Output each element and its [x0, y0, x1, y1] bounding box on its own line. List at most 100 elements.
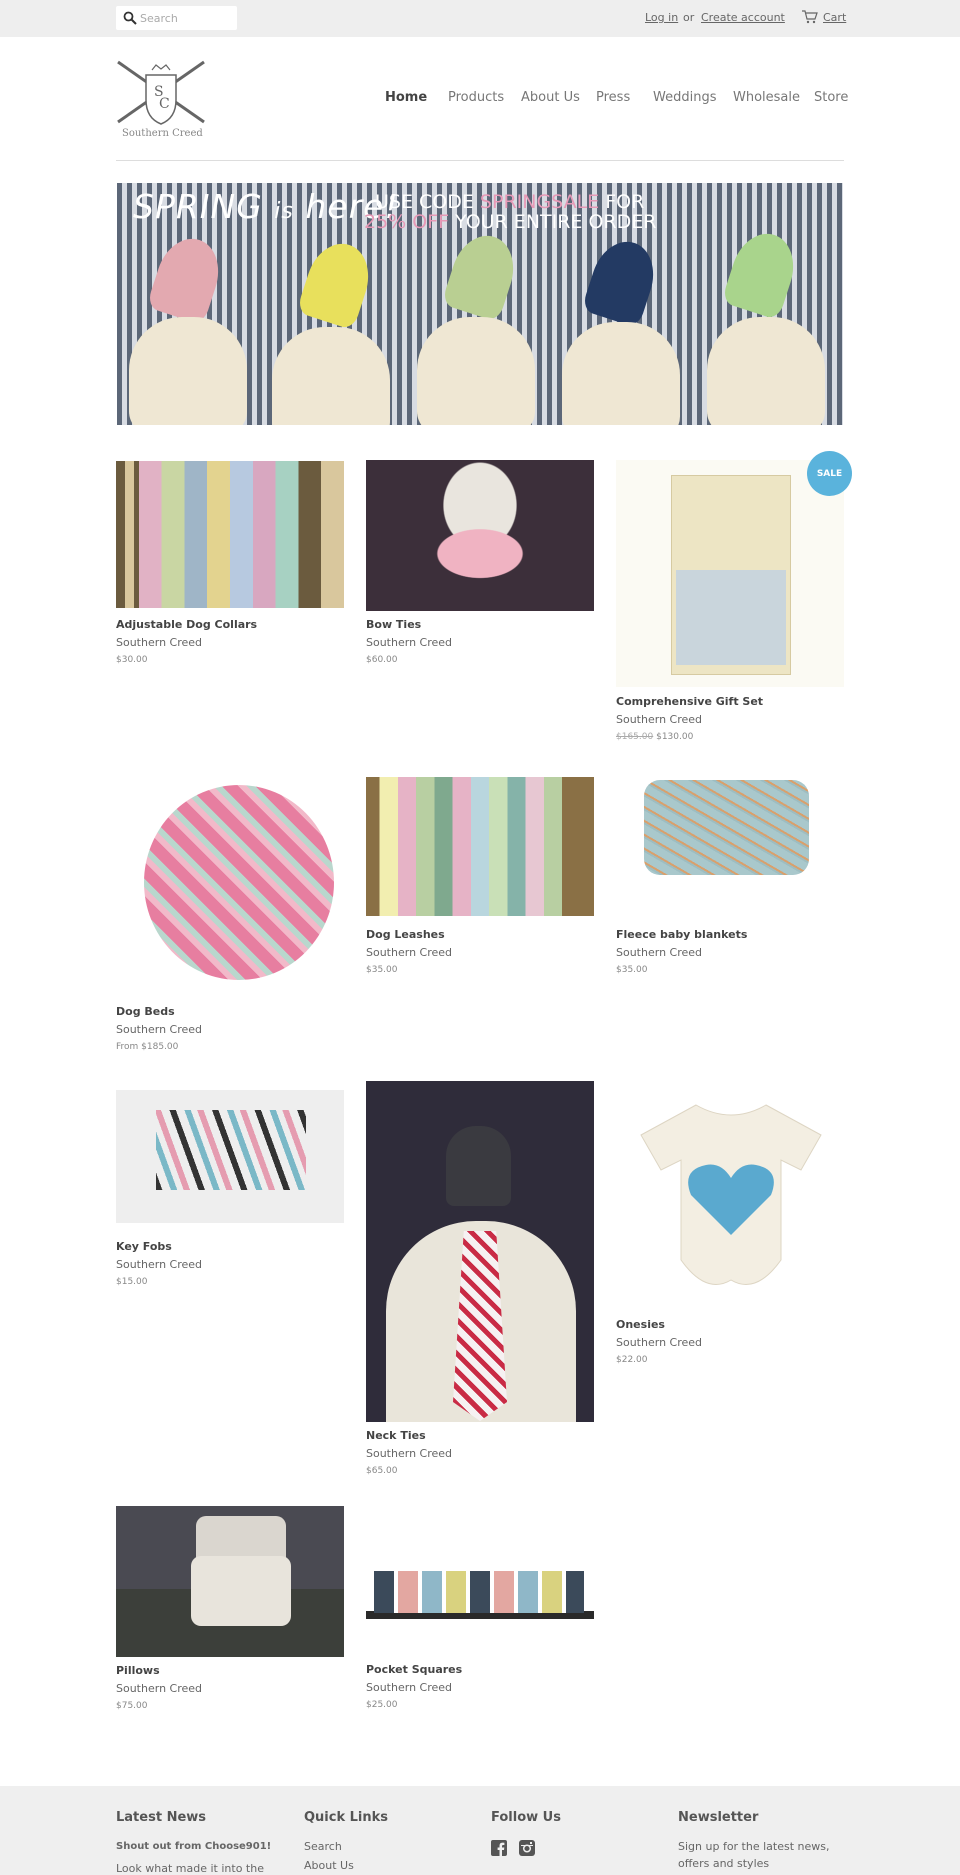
- product-card[interactable]: Dog Leashes Southern Creed $35.00: [366, 777, 594, 987]
- product-title[interactable]: Dog Leashes: [366, 928, 445, 941]
- banner-headline: SPRING is here!: [133, 187, 399, 226]
- product-title[interactable]: Onesies: [616, 1318, 665, 1331]
- search-box[interactable]: [116, 6, 237, 30]
- product-image[interactable]: [366, 460, 594, 611]
- product-price: $60.00: [366, 655, 398, 665]
- product-vendor: Southern Creed: [116, 1258, 203, 1271]
- product-price: $25.00: [366, 1700, 398, 1710]
- pouch: [417, 317, 535, 425]
- footer-link-about-us[interactable]: About Us: [304, 1859, 354, 1872]
- nav-wholesale[interactable]: Wholesale: [733, 90, 800, 105]
- product-price: $75.00: [116, 1701, 148, 1711]
- compare-at-price: $165.00: [616, 732, 654, 742]
- product-vendor: Southern Creed: [616, 713, 703, 726]
- instagram-icon[interactable]: [519, 1840, 535, 1856]
- sale-badge: SALE: [807, 451, 852, 496]
- search-icon[interactable]: [123, 11, 137, 25]
- product-title[interactable]: Pillows: [116, 1664, 160, 1677]
- banner-discount-suffix: YOUR ENTIRE ORDER: [449, 211, 657, 233]
- product-image[interactable]: [116, 461, 344, 608]
- product-card[interactable]: Onesies Southern Creed $22.00: [616, 1085, 844, 1375]
- pocket-square-green: [441, 227, 523, 323]
- banner-code-prefix: USE CODE: [375, 191, 480, 213]
- banner-discount-line: 25% OFF YOUR ENTIRE ORDER: [364, 211, 656, 233]
- product-vendor: Southern Creed: [116, 1682, 203, 1695]
- product-vendor: Southern Creed: [116, 1023, 203, 1036]
- product-card[interactable]: Key Fobs Southern Creed $15.00: [116, 1090, 344, 1290]
- product-price: $35.00: [616, 965, 648, 975]
- product-card[interactable]: Pocket Squares Southern Creed $25.00: [366, 1516, 594, 1721]
- product-card[interactable]: Fleece baby blankets Southern Creed $35.…: [616, 772, 844, 987]
- news-post-link[interactable]: Shout out from Choose901!: [116, 1841, 271, 1852]
- cart-link[interactable]: Cart: [823, 11, 846, 24]
- footer-news-heading: Latest News: [116, 1810, 207, 1825]
- product-image[interactable]: [366, 777, 594, 916]
- nav-products[interactable]: Products: [448, 90, 504, 105]
- product-card[interactable]: Bow Ties Southern Creed $60.00: [366, 460, 594, 680]
- pouch: [562, 322, 680, 425]
- login-link[interactable]: Log in: [645, 11, 678, 24]
- search-input[interactable]: [140, 9, 232, 27]
- product-image[interactable]: [616, 772, 844, 916]
- product-title[interactable]: Key Fobs: [116, 1240, 172, 1253]
- pouch: [129, 317, 247, 425]
- footer-link-search[interactable]: Search: [304, 1840, 342, 1853]
- product-image[interactable]: [116, 1506, 344, 1657]
- pocket-square-yellow: [296, 235, 378, 331]
- banner-code-line: USE CODE SPRINGSALE FOR: [375, 191, 644, 213]
- product-title[interactable]: Fleece baby blankets: [616, 928, 747, 941]
- pouch: [272, 327, 390, 425]
- facebook-icon[interactable]: [491, 1840, 507, 1856]
- nav-press[interactable]: Press: [596, 90, 630, 105]
- product-title[interactable]: Neck Ties: [366, 1429, 426, 1442]
- product-vendor: Southern Creed: [366, 946, 453, 959]
- product-card[interactable]: Pillows Southern Creed $75.00: [116, 1506, 344, 1721]
- product-title[interactable]: Comprehensive Gift Set: [616, 695, 763, 708]
- footer-follow-heading: Follow Us: [491, 1810, 561, 1825]
- pocket-square-navy: [581, 233, 663, 329]
- product-vendor: Southern Creed: [366, 1447, 453, 1460]
- nav-store[interactable]: Store: [814, 90, 848, 105]
- product-price: $22.00: [616, 1355, 648, 1365]
- banner-headline-a: SPRING: [133, 187, 263, 226]
- nav-about-us[interactable]: About Us: [521, 90, 580, 105]
- product-vendor: Southern Creed: [616, 1336, 703, 1349]
- product-vendor: Southern Creed: [366, 636, 453, 649]
- product-title[interactable]: Adjustable Dog Collars: [116, 618, 257, 631]
- pouch: [707, 317, 825, 425]
- product-price: $35.00: [366, 965, 398, 975]
- product-card[interactable]: Adjustable Dog Collars Southern Creed $3…: [116, 461, 344, 681]
- product-title[interactable]: Bow Ties: [366, 618, 421, 631]
- nav-weddings[interactable]: Weddings: [653, 90, 716, 105]
- or-text: or: [683, 11, 695, 24]
- product-price: From $185.00: [116, 1042, 179, 1052]
- pocket-square-lime: [721, 225, 803, 321]
- footer-links-heading: Quick Links: [304, 1810, 389, 1825]
- svg-text:C: C: [159, 96, 170, 112]
- newsletter-text-1: Sign up for the latest news,: [678, 1840, 830, 1853]
- pocket-square-pink: [146, 230, 228, 326]
- cart-icon[interactable]: [802, 10, 818, 24]
- product-title[interactable]: Dog Beds: [116, 1005, 175, 1018]
- news-excerpt: Look what made it into the: [116, 1862, 264, 1875]
- product-card[interactable]: Comprehensive Gift Set Southern Creed $1…: [616, 460, 844, 750]
- product-card[interactable]: Neck Ties Southern Creed $65.00: [366, 1081, 594, 1481]
- product-image[interactable]: [616, 460, 844, 687]
- product-title[interactable]: Pocket Squares: [366, 1663, 462, 1676]
- product-vendor: Southern Creed: [616, 946, 703, 959]
- banner-code-suffix: FOR: [599, 191, 645, 213]
- sale-price: $130.00: [656, 732, 694, 742]
- product-price: $65.00: [366, 1466, 398, 1476]
- create-account-link[interactable]: Create account: [701, 11, 785, 24]
- product-image[interactable]: [366, 1081, 594, 1422]
- logo-text: Southern Creed: [122, 128, 203, 139]
- product-card[interactable]: Dog Beds Southern Creed From $185.00: [116, 770, 344, 1060]
- header-divider: [116, 160, 844, 161]
- banner-headline-b: is: [274, 199, 294, 224]
- promo-banner[interactable]: SPRING is here! USE CODE SPRINGSALE FOR …: [117, 183, 843, 425]
- nav-home[interactable]: Home: [385, 90, 427, 105]
- product-image[interactable]: [116, 770, 344, 998]
- product-image[interactable]: [616, 1085, 844, 1313]
- product-image[interactable]: [116, 1090, 344, 1223]
- product-image[interactable]: [366, 1516, 594, 1646]
